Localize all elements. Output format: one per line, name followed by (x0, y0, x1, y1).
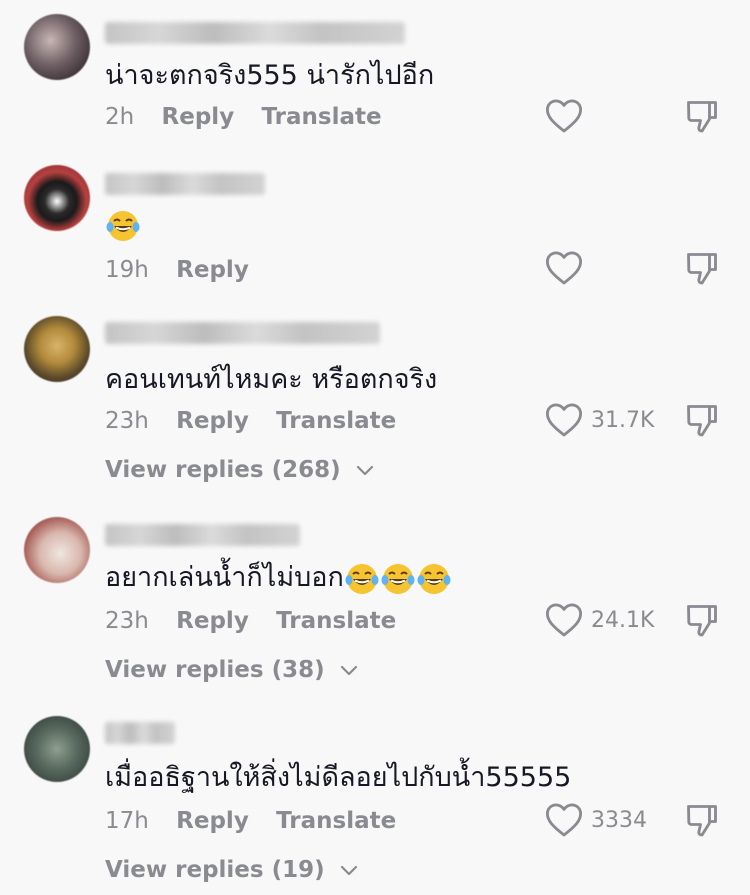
comment-time: 2h (105, 104, 135, 130)
tears-of-joy-emoji (106, 210, 140, 241)
view-replies-button[interactable]: View replies (268) (105, 455, 375, 485)
comment-time: 19h (105, 257, 149, 283)
translate-button[interactable]: Translate (276, 608, 396, 634)
dislike-button[interactable] (685, 402, 719, 442)
comment-meta: 17h Reply Translate (105, 806, 416, 836)
tears-of-joy-emoji (381, 563, 415, 594)
comment-time: 17h (105, 808, 149, 834)
comment-text: น่าจะตกจริง555 น่ารักไปอีก (105, 60, 435, 91)
chevron-down-icon (340, 865, 357, 875)
comment-text: อยากเล่นน้ำก็ไม่บอก (105, 560, 452, 597)
comment-text (105, 207, 141, 244)
dislike-button[interactable] (685, 602, 719, 642)
comment-meta: 23h Reply Translate (105, 406, 416, 436)
translate-button[interactable]: Translate (276, 808, 396, 834)
like-button[interactable] (545, 250, 583, 286)
reply-button[interactable]: Reply (176, 608, 249, 634)
translate-button[interactable]: Translate (276, 408, 396, 434)
tears-of-joy-emoji (417, 563, 451, 594)
like-count: 31.7K (591, 407, 655, 433)
dislike-button[interactable] (685, 98, 719, 138)
thumbs-down-outline-icon (687, 605, 717, 637)
comment-meta: 19h Reply (105, 255, 269, 285)
like-button[interactable]: 31.7K (545, 402, 654, 438)
like-count: 3334 (591, 807, 647, 833)
tears-of-joy-emoji (345, 563, 379, 594)
avatar[interactable] (24, 716, 90, 782)
username[interactable] (105, 173, 265, 195)
thumbs-down-outline-icon (687, 101, 717, 133)
heart-outline-icon (545, 603, 583, 637)
username[interactable] (105, 722, 175, 744)
avatar[interactable] (24, 165, 90, 231)
avatar[interactable] (24, 517, 90, 583)
username[interactable] (105, 524, 300, 546)
heart-outline-icon (545, 99, 583, 133)
comment-text-content: อยากเล่นน้ำก็ไม่บอก (105, 562, 344, 593)
heart-outline-icon (545, 403, 583, 437)
like-button[interactable]: 24.1K (545, 602, 654, 638)
chevron-down-icon (356, 465, 373, 475)
heart-outline-icon (545, 251, 583, 285)
comment-meta: 2h Reply Translate (105, 102, 402, 132)
view-replies-label: View replies (38) (105, 657, 325, 683)
dislike-button[interactable] (685, 802, 719, 842)
avatar[interactable] (24, 316, 90, 382)
like-count: 24.1K (591, 607, 655, 633)
avatar[interactable] (24, 14, 90, 80)
like-button[interactable] (545, 98, 591, 134)
reply-button[interactable]: Reply (176, 257, 249, 283)
heart-outline-icon (545, 803, 583, 837)
comment-time: 23h (105, 608, 149, 634)
username[interactable] (105, 22, 405, 44)
thumbs-down-outline-icon (687, 805, 717, 837)
comment-text: เมื่ออธิฐานให้สิ่งไม่ดีลอยไปกับน้ำ55555 (105, 762, 572, 793)
view-replies-button[interactable]: View replies (38) (105, 655, 359, 685)
reply-button[interactable]: Reply (176, 408, 249, 434)
reply-button[interactable]: Reply (162, 104, 235, 130)
comment-meta: 23h Reply Translate (105, 606, 416, 636)
dislike-button[interactable] (685, 250, 719, 290)
username[interactable] (105, 322, 380, 344)
view-replies-button[interactable]: View replies (19) (105, 855, 359, 885)
thumbs-down-outline-icon (687, 253, 717, 285)
comment-time: 23h (105, 408, 149, 434)
translate-button[interactable]: Translate (262, 104, 382, 130)
thumbs-down-outline-icon (687, 405, 717, 437)
view-replies-label: View replies (19) (105, 857, 325, 883)
comment-text: คอนเทนท์ไหมคะ หรือตกจริง (105, 364, 438, 395)
like-button[interactable]: 3334 (545, 802, 647, 838)
view-replies-label: View replies (268) (105, 457, 341, 483)
chevron-down-icon (340, 665, 357, 675)
reply-button[interactable]: Reply (176, 808, 249, 834)
